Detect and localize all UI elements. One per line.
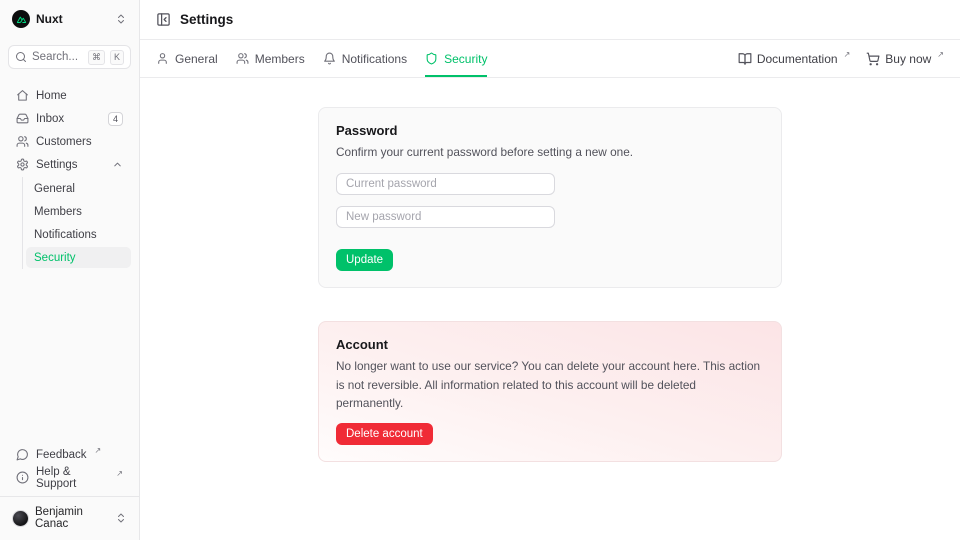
collapse-sidebar-icon[interactable] (156, 12, 171, 27)
sidebar-item-settings[interactable]: Settings (8, 154, 131, 175)
action-label: Documentation (757, 52, 838, 66)
workspace-name: Nuxt (36, 12, 109, 26)
chevrons-up-down-icon (115, 512, 127, 524)
external-link-icon: ↗ (937, 50, 944, 59)
user-name: Benjamin Canac (35, 506, 109, 530)
tab-label: Members (255, 52, 305, 66)
sidebar-item-label: Home (36, 90, 67, 102)
page-title: Settings (180, 12, 233, 27)
chevrons-up-down-icon (115, 13, 127, 25)
sidebar-item-label: Customers (36, 136, 92, 148)
users-icon (236, 52, 249, 65)
inbox-icon (16, 112, 29, 125)
sidebar-footer-nav: Feedback ↗ Help & Support ↗ (8, 444, 131, 488)
sidebar-item-label: Security (34, 252, 76, 264)
user-icon (156, 52, 169, 65)
kbd-meta: ⌘ (88, 50, 105, 65)
external-link-icon: ↗ (116, 469, 123, 478)
tab-members[interactable]: Members (236, 40, 305, 77)
nuxt-logo-icon (12, 10, 30, 28)
password-card-title: Password (336, 123, 764, 138)
sidebar-item-label: Notifications (34, 229, 97, 241)
sidebar-item-general[interactable]: General (26, 178, 131, 199)
password-form: Update (336, 173, 764, 271)
feedback-link[interactable]: Feedback ↗ (8, 444, 131, 465)
shield-icon (425, 52, 438, 65)
chevron-up-icon (112, 159, 123, 170)
tab-security[interactable]: Security (425, 40, 487, 77)
shopping-cart-icon (866, 52, 880, 66)
documentation-button[interactable]: Documentation ↗ (738, 52, 850, 66)
account-card: Account No longer want to use our servic… (318, 321, 782, 462)
tab-label: Security (444, 52, 487, 66)
buy-now-button[interactable]: Buy now ↗ (866, 52, 944, 66)
new-password-field[interactable] (336, 206, 555, 228)
sidebar-nav: Home Inbox 4 Customers Settings (8, 85, 131, 269)
book-open-icon (738, 52, 752, 66)
footer-link-label: Help & Support (36, 466, 108, 490)
workspace-selector[interactable]: Nuxt (8, 8, 131, 30)
update-button[interactable]: Update (336, 249, 393, 271)
footer-link-label: Feedback (36, 449, 87, 461)
sidebar-item-home[interactable]: Home (8, 85, 131, 106)
search-input[interactable]: Search... ⌘ K (8, 45, 131, 69)
avatar (12, 510, 29, 527)
inbox-count-badge: 4 (108, 112, 123, 126)
info-circle-icon (16, 471, 29, 484)
password-card: Password Confirm your current password b… (318, 107, 782, 288)
users-icon (16, 135, 29, 148)
sidebar-item-customers[interactable]: Customers (8, 131, 131, 152)
message-circle-icon (16, 448, 29, 461)
account-card-title: Account (336, 337, 764, 352)
kbd-k: K (110, 50, 124, 65)
sidebar: Nuxt Search... ⌘ K Home Inbox 4 (0, 0, 140, 540)
tab-label: General (175, 52, 218, 66)
current-password-field[interactable] (336, 173, 555, 195)
tab-general[interactable]: General (156, 40, 218, 77)
sidebar-item-notifications[interactable]: Notifications (26, 224, 131, 245)
sidebar-item-inbox[interactable]: Inbox 4 (8, 108, 131, 129)
tabbar: General Members Notifications Security (140, 40, 960, 78)
sidebar-item-label: Inbox (36, 113, 64, 125)
sidebar-item-members[interactable]: Members (26, 201, 131, 222)
help-support-link[interactable]: Help & Support ↗ (8, 467, 131, 488)
action-label: Buy now (885, 52, 931, 66)
home-icon (16, 89, 29, 102)
main-area: Settings General Members Notifications S… (140, 0, 960, 540)
page-header: Settings (140, 0, 960, 40)
sidebar-item-security[interactable]: Security (26, 247, 131, 268)
settings-subtree: General Members Notifications Security (22, 177, 131, 269)
sidebar-item-label: Settings (36, 159, 78, 171)
sidebar-spacer (8, 269, 131, 444)
header-actions: Documentation ↗ Buy now ↗ (738, 40, 944, 77)
sidebar-item-label: General (34, 183, 75, 195)
external-link-icon: ↗ (95, 446, 102, 455)
gear-icon (16, 158, 29, 171)
bell-icon (323, 52, 336, 65)
tab-notifications[interactable]: Notifications (323, 40, 407, 77)
account-card-description: No longer want to use our service? You c… (336, 357, 764, 412)
sidebar-item-label: Members (34, 206, 82, 218)
password-card-description: Confirm your current password before set… (336, 143, 764, 161)
search-placeholder: Search... (32, 51, 83, 63)
user-menu[interactable]: Benjamin Canac (8, 497, 131, 532)
search-icon (15, 51, 27, 63)
external-link-icon: ↗ (844, 50, 851, 59)
settings-security-panel: Password Confirm your current password b… (140, 78, 960, 540)
tab-label: Notifications (342, 52, 407, 66)
delete-account-button[interactable]: Delete account (336, 423, 433, 445)
